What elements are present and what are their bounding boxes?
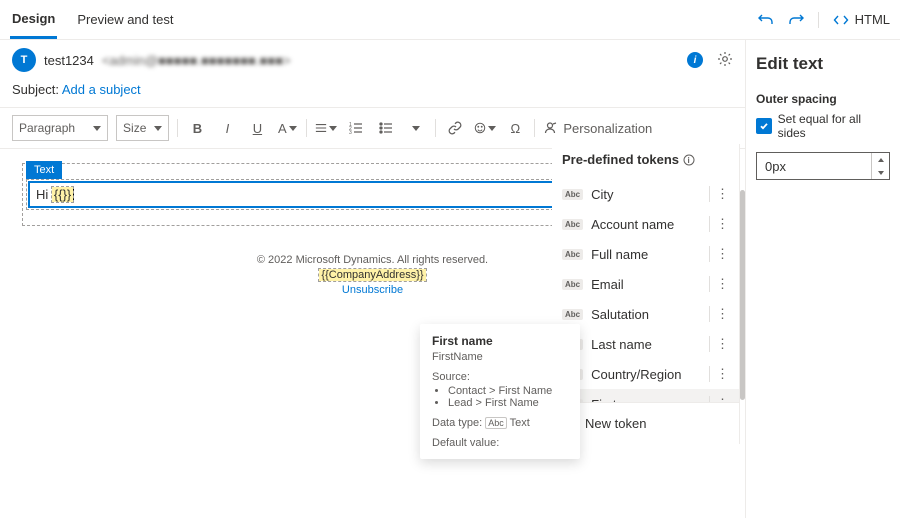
more-icon[interactable]: ⋮ bbox=[709, 216, 729, 232]
symbol-icon[interactable]: Ω bbox=[504, 117, 526, 139]
tooltip-default-label: Default value: bbox=[432, 437, 568, 449]
token-tooltip: First name FirstName Source: Contact > F… bbox=[420, 324, 580, 459]
link-icon[interactable] bbox=[444, 117, 466, 139]
token-item[interactable]: AbcAccount name⋮ bbox=[552, 209, 739, 239]
more-icon[interactable]: ⋮ bbox=[709, 246, 729, 262]
token-panel-title: Pre-defined tokens i bbox=[552, 144, 739, 179]
rich-text-toolbar: Paragraph Size B I U A 123 Ω Personaliza… bbox=[0, 107, 745, 149]
html-view-button[interactable]: HTML bbox=[833, 12, 890, 28]
numbered-list-icon[interactable]: 123 bbox=[345, 117, 367, 139]
text-type-icon: Abc bbox=[562, 279, 583, 290]
from-name: test1234 bbox=[44, 53, 94, 68]
spin-up-icon[interactable] bbox=[872, 153, 889, 166]
align-icon[interactable] bbox=[315, 117, 337, 139]
bullet-list-icon[interactable] bbox=[375, 117, 397, 139]
style-select[interactable]: Paragraph bbox=[12, 115, 108, 141]
tab-preview[interactable]: Preview and test bbox=[75, 0, 175, 39]
equal-sides-checkbox[interactable]: Set equal for all sides bbox=[756, 112, 890, 140]
properties-panel: Edit text Outer spacing Set equal for al… bbox=[746, 40, 900, 518]
size-select[interactable]: Size bbox=[116, 115, 169, 141]
footer-address-token[interactable]: {{CompanyAddress}} bbox=[319, 269, 425, 281]
new-token-button[interactable]: ＋ New token bbox=[552, 402, 739, 444]
more-icon[interactable]: ⋮ bbox=[709, 306, 729, 322]
token-panel: Pre-defined tokens i AbcCity⋮ AbcAccount… bbox=[552, 144, 740, 444]
subject-row: Subject: Add a subject bbox=[0, 80, 745, 107]
top-actions: HTML bbox=[758, 12, 890, 28]
tooltip-name: First name bbox=[432, 334, 568, 348]
text-type-icon: Abc bbox=[562, 249, 583, 260]
checkmark-icon bbox=[756, 118, 772, 134]
spacing-input[interactable]: 0px bbox=[756, 152, 890, 180]
text-caret bbox=[73, 189, 74, 202]
font-color-icon[interactable]: A bbox=[276, 117, 298, 139]
subject-link[interactable]: Add a subject bbox=[62, 82, 141, 97]
text-type-icon: Abc bbox=[562, 309, 583, 320]
more-icon[interactable]: ⋮ bbox=[709, 336, 729, 352]
more-icon[interactable]: ⋮ bbox=[709, 186, 729, 202]
gear-icon[interactable] bbox=[717, 51, 733, 70]
tooltip-datatype: Data type: Abc Text bbox=[432, 417, 568, 429]
tooltip-source-item: Contact > First Name bbox=[448, 385, 568, 397]
more-icon[interactable]: ⋮ bbox=[709, 396, 729, 402]
tab-design[interactable]: Design bbox=[10, 0, 57, 39]
personalization-button[interactable]: Personalization bbox=[543, 121, 672, 136]
text-type-icon: Abc bbox=[562, 189, 583, 200]
token-item[interactable]: AbcFirst name⋮ bbox=[552, 389, 739, 402]
inline-token-placeholder[interactable]: {{}} bbox=[52, 187, 73, 202]
underline-icon[interactable]: U bbox=[246, 117, 268, 139]
spacing-value[interactable]: 0px bbox=[757, 159, 871, 174]
html-label: HTML bbox=[855, 12, 890, 27]
italic-icon[interactable]: I bbox=[216, 117, 238, 139]
bold-icon[interactable]: B bbox=[186, 117, 208, 139]
indent-icon[interactable] bbox=[405, 117, 427, 139]
tooltip-source-item: Lead > First Name bbox=[448, 397, 568, 409]
token-item[interactable]: AbcCity⋮ bbox=[552, 179, 739, 209]
more-icon[interactable]: ⋮ bbox=[709, 276, 729, 292]
block-type-badge: Text bbox=[26, 161, 62, 179]
from-row: T test1234 <admin@■■■■■.■■■■■■■.■■■> i bbox=[0, 40, 745, 80]
token-item[interactable]: AbcLast name⋮ bbox=[552, 329, 739, 359]
text-type-icon: Abc bbox=[485, 417, 507, 429]
redo-icon[interactable] bbox=[788, 12, 804, 28]
separator bbox=[818, 12, 819, 28]
subject-label: Subject: bbox=[12, 82, 59, 97]
token-list: AbcCity⋮ AbcAccount name⋮ AbcFull name⋮ … bbox=[552, 179, 739, 402]
svg-text:3: 3 bbox=[349, 130, 352, 135]
scrollbar[interactable] bbox=[740, 190, 745, 400]
undo-icon[interactable] bbox=[758, 12, 774, 28]
svg-text:i: i bbox=[688, 156, 690, 165]
outer-spacing-label: Outer spacing bbox=[756, 92, 890, 106]
info-icon[interactable]: i bbox=[687, 52, 703, 68]
more-icon[interactable]: ⋮ bbox=[709, 366, 729, 382]
editor-tabs: Design Preview and test bbox=[10, 0, 175, 39]
spin-down-icon[interactable] bbox=[872, 166, 889, 179]
emoji-icon[interactable] bbox=[474, 117, 496, 139]
tooltip-value: FirstName bbox=[432, 351, 568, 363]
avatar: T bbox=[12, 48, 36, 72]
from-address: <admin@■■■■■.■■■■■■■.■■■> bbox=[102, 53, 291, 68]
panel-title: Edit text bbox=[756, 54, 890, 74]
tooltip-source-label: Source: bbox=[432, 371, 568, 383]
text-type-icon: Abc bbox=[562, 219, 583, 230]
token-item[interactable]: AbcEmail⋮ bbox=[552, 269, 739, 299]
token-item[interactable]: AbcFull name⋮ bbox=[552, 239, 739, 269]
token-item[interactable]: AbcCountry/Region⋮ bbox=[552, 359, 739, 389]
token-item[interactable]: AbcSalutation⋮ bbox=[552, 299, 739, 329]
